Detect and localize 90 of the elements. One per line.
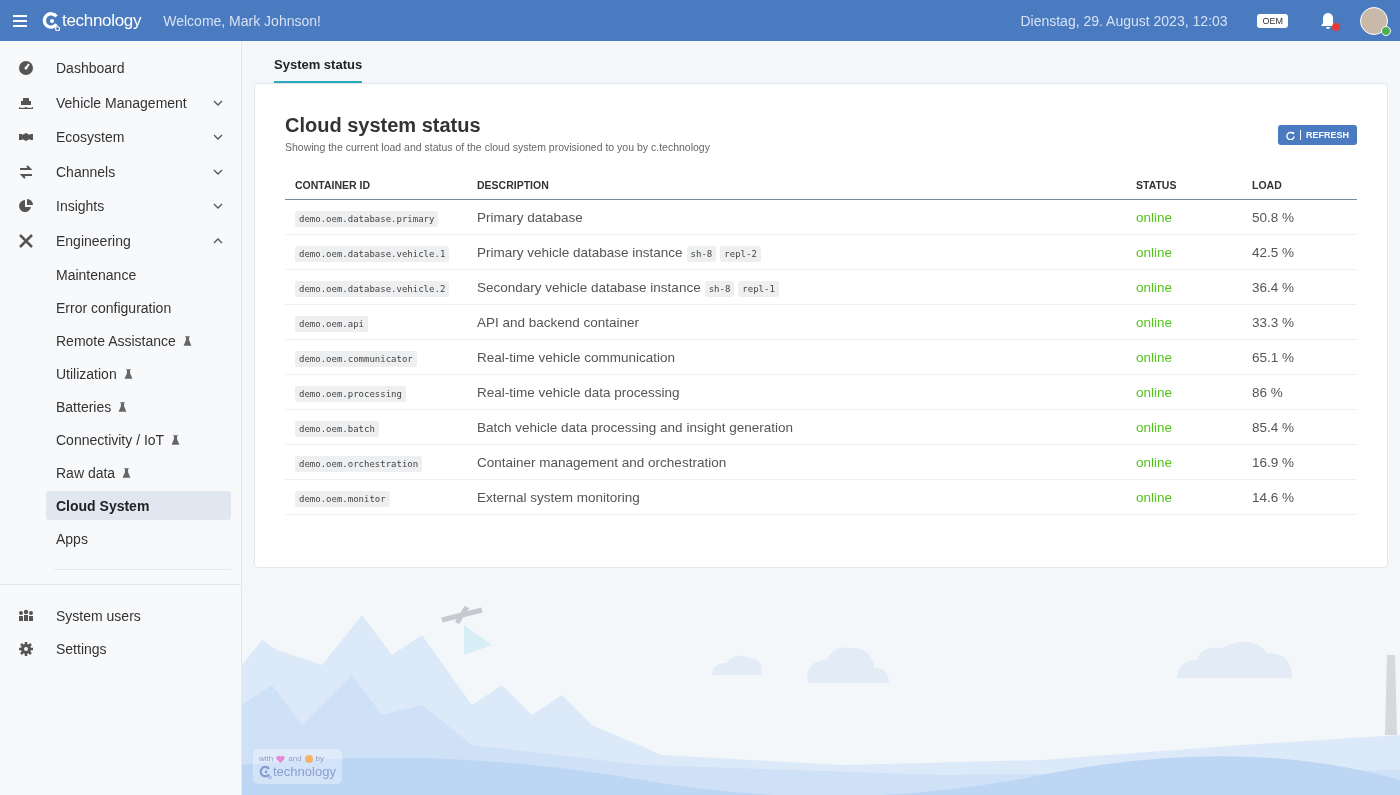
- column-header: CONTAINER ID: [285, 179, 467, 200]
- load-text: 14.6 %: [1252, 489, 1295, 505]
- description-text: Real-time vehicle communication: [477, 349, 676, 365]
- status-text: online: [1136, 209, 1173, 225]
- sidebar-item[interactable]: Engineering: [0, 223, 241, 258]
- load-text: 86 %: [1252, 384, 1283, 400]
- logo-c-icon: [42, 10, 62, 31]
- chevron-down-icon[interactable]: [213, 168, 223, 175]
- sidebar-item[interactable]: Settings: [0, 632, 241, 665]
- load-text: 85.4 %: [1252, 419, 1295, 435]
- sidebar-subitem[interactable]: Batteries: [46, 392, 231, 421]
- status-text: online: [1136, 384, 1173, 400]
- description-text: External system monitoring: [477, 489, 640, 505]
- sidebar-icon: [18, 198, 34, 215]
- logo-c-icon: [259, 764, 273, 779]
- status-text: online: [1136, 349, 1173, 365]
- status-text: online: [1136, 419, 1173, 435]
- refresh-icon: [1286, 130, 1295, 140]
- sidebar-subitem[interactable]: Error configuration: [46, 293, 231, 322]
- sidebar-subitem[interactable]: Utilization: [46, 359, 231, 388]
- heart-icon: [276, 754, 286, 763]
- load-text: 36.4 %: [1252, 279, 1295, 295]
- sidebar-item[interactable]: Vehicle Management: [0, 85, 241, 120]
- load-text: 50.8 %: [1252, 209, 1295, 225]
- column-header: DESCRIPTION: [467, 179, 1126, 200]
- column-header: LOAD: [1242, 179, 1357, 200]
- load-text: 33.3 %: [1252, 314, 1295, 330]
- users-icon: [18, 607, 34, 624]
- load-text: 16.9 %: [1252, 454, 1295, 470]
- description-text: Primary vehicle database instance: [477, 244, 683, 260]
- description-text: Secondary vehicle database instance: [477, 279, 701, 295]
- status-text: online: [1136, 489, 1173, 505]
- description-text: Batch vehicle data processing and insight generation: [477, 419, 793, 435]
- welcome-text: Welcome, Mark Johnson!: [163, 12, 321, 29]
- container-id: demo.oem.orchestration: [295, 455, 423, 472]
- load-text: 42.5 %: [1252, 244, 1295, 260]
- chevron-up-icon[interactable]: [213, 237, 223, 244]
- status-text: online: [1136, 279, 1173, 295]
- container-id: demo.oem.processing: [295, 385, 406, 402]
- sidebar-item[interactable]: Insights: [0, 189, 241, 224]
- container-id: demo.oem.database.vehicle.1: [295, 245, 450, 262]
- badge-text: by: [315, 754, 325, 763]
- refresh-button[interactable]: REFRESH: [1278, 125, 1357, 145]
- description-text: Real-time vehicle data processing: [477, 384, 680, 400]
- sidebar-subitem[interactable]: Maintenance: [46, 260, 231, 289]
- sidebar-icon: [18, 60, 34, 77]
- status-text: online: [1136, 454, 1173, 470]
- sidebar-subitem[interactable]: Raw data: [46, 458, 231, 487]
- status-text: online: [1136, 314, 1173, 330]
- sidebar-icon: [18, 163, 34, 180]
- description-text: Container management and orchestration: [477, 454, 727, 470]
- tag: sh-8: [704, 280, 735, 297]
- sidebar-subitem[interactable]: Apps: [46, 524, 231, 553]
- chevron-down-icon[interactable]: [213, 203, 223, 210]
- role-badge: OEM: [1257, 13, 1288, 28]
- load-text: 65.1 %: [1252, 349, 1295, 365]
- container-id: demo.oem.communicator: [295, 350, 417, 367]
- chevron-down-icon[interactable]: [213, 99, 223, 106]
- chevron-down-icon[interactable]: [213, 134, 223, 141]
- logo-text: technology: [62, 10, 142, 31]
- date-time: Dienstag, 29. August 2023, 12:03: [1020, 12, 1228, 29]
- description-text: API and backend container: [477, 314, 640, 330]
- badge-text: with: [259, 754, 274, 763]
- sidebar-subitem[interactable]: Cloud System: [46, 491, 231, 520]
- card-subtitle: Showing the current load and status of the cloud system provisioned to you by c.technology: [285, 141, 710, 153]
- badge-logo-text: technology: [273, 764, 336, 779]
- badge-text: and: [288, 754, 302, 763]
- card-title: Cloud system status: [285, 114, 482, 137]
- description-text: Primary database: [477, 209, 583, 225]
- sidebar-item[interactable]: Ecosystem: [0, 120, 241, 155]
- sidebar-icon: [18, 232, 34, 249]
- tag: repl-2: [720, 245, 761, 262]
- user-avatar[interactable]: [1360, 6, 1388, 35]
- sidebar-item[interactable]: Dashboard: [0, 51, 241, 86]
- container-id: demo.oem.database.vehicle.2: [295, 280, 450, 297]
- sidebar-subitem[interactable]: Connectivity / IoT: [46, 425, 231, 454]
- sidebar-item[interactable]: System users: [0, 599, 241, 632]
- sidebar-item[interactable]: Channels: [0, 154, 241, 189]
- sidebar-subitem[interactable]: Remote Assistance: [46, 326, 231, 355]
- container-id: demo.oem.database.primary: [295, 210, 439, 227]
- settings-icon: [18, 640, 34, 657]
- status-text: online: [1136, 244, 1173, 260]
- bell-icon[interactable]: [1320, 11, 1336, 30]
- column-header: STATUS: [1126, 179, 1242, 200]
- tag: sh-8: [686, 245, 717, 262]
- container-id: demo.oem.monitor: [295, 490, 390, 507]
- menu-icon[interactable]: [12, 13, 28, 28]
- container-id: demo.oem.api: [295, 315, 369, 332]
- tag: repl-1: [738, 280, 779, 297]
- container-id: demo.oem.batch: [295, 420, 379, 437]
